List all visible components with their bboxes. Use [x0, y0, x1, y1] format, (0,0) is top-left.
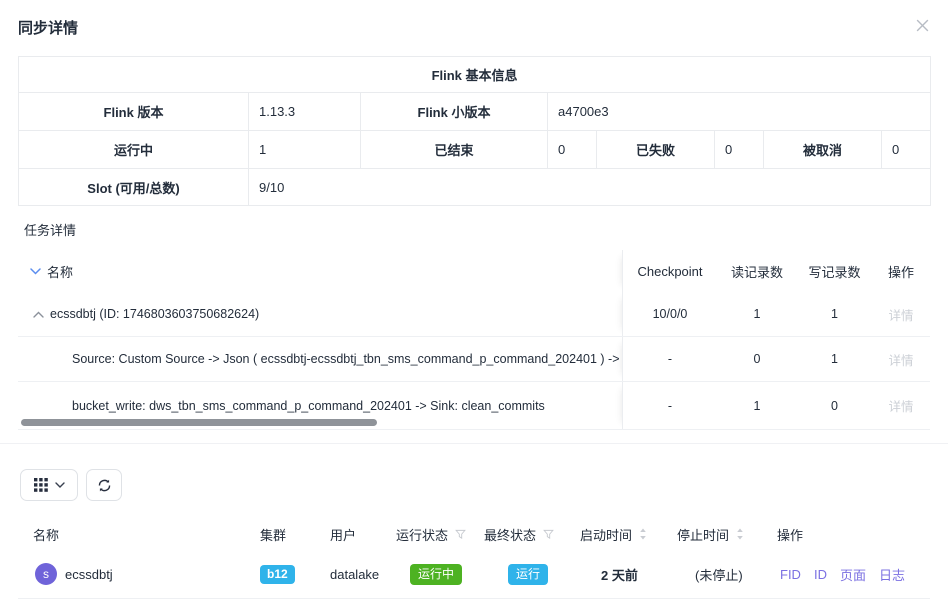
finished-value: 0 — [548, 131, 597, 169]
slot-label: Slot (可用/总数) — [19, 169, 249, 206]
run-status-badge: 运行中 — [410, 564, 462, 585]
refresh-button[interactable] — [86, 469, 122, 501]
task-checkpoint: - — [623, 382, 717, 429]
running-value: 1 — [249, 131, 361, 169]
flink-info-title: Flink 基本信息 — [19, 57, 931, 93]
id-link[interactable]: ID — [814, 567, 827, 582]
sync-detail-drawer: 同步详情 Flink 基本信息 Flink 版本 1.13.3 Flink 小版… — [0, 0, 948, 611]
col-action: 操作 — [872, 250, 930, 292]
flink-minor-version-value: a4700e3 — [548, 93, 931, 131]
sorter-icon[interactable] — [639, 528, 647, 540]
finished-label: 已结束 — [361, 131, 548, 169]
col-write: 写记录数 — [797, 250, 872, 292]
task-checkpoint: - — [623, 337, 717, 381]
col-checkpoint: Checkpoint — [623, 250, 717, 292]
jobs-table: 名称 集群 用户 运行状态 最终状态 启动时间 — [18, 518, 930, 599]
job-stop-time: (未停止) — [677, 565, 777, 584]
task-table: 名称 Checkpoint 读记录数 写记录数 操作 ecssdbtj (ID:… — [18, 250, 930, 430]
drawer-title: 同步详情 — [18, 17, 78, 38]
col-name: 名称 — [18, 525, 260, 544]
col-read: 读记录数 — [717, 250, 797, 292]
jobs-table-header: 名称 集群 用户 运行状态 最终状态 启动时间 — [18, 518, 930, 550]
task-write-count: 0 — [797, 382, 872, 429]
task-name: Source: Custom Source -> Json ( ecssdbtj… — [72, 352, 622, 366]
task-name: ecssdbtj (ID: 1746803603750682624) — [50, 307, 259, 321]
flink-version-value: 1.13.3 — [249, 93, 361, 131]
job-start-time: 2 天前 — [580, 565, 677, 584]
refresh-icon — [97, 478, 112, 493]
section-divider — [0, 443, 948, 444]
detail-link[interactable]: 详情 — [888, 350, 913, 369]
task-write-count: 1 — [797, 337, 872, 381]
task-name: bucket_write: dws_tbn_sms_command_p_comm… — [72, 399, 545, 413]
close-icon[interactable] — [913, 16, 931, 34]
chevron-up-icon[interactable] — [33, 311, 44, 318]
task-table-header: 名称 Checkpoint 读记录数 写记录数 操作 — [18, 250, 930, 292]
job-user: datalake — [330, 567, 396, 582]
avatar: s — [35, 563, 57, 585]
log-link[interactable]: 日志 — [879, 565, 905, 584]
flink-info-table: Flink 基本信息 Flink 版本 1.13.3 Flink 小版本 a47… — [18, 56, 931, 206]
horizontal-scrollbar[interactable] — [21, 419, 377, 426]
table-row: ecssdbtj (ID: 1746803603750682624) 10/0/… — [18, 292, 930, 337]
detail-link[interactable]: 详情 — [888, 305, 913, 324]
col-name: 名称 — [47, 262, 73, 281]
task-write-count: 1 — [797, 292, 872, 336]
page-link[interactable]: 页面 — [840, 565, 866, 584]
fid-link[interactable]: FID — [780, 567, 801, 582]
chevron-down-icon — [55, 482, 65, 488]
grid-icon — [34, 478, 48, 492]
col-cluster: 集群 — [260, 525, 330, 544]
col-start-time: 启动时间 — [580, 525, 677, 544]
col-action: 操作 — [777, 525, 930, 544]
col-final-status: 最终状态 — [484, 525, 580, 544]
cluster-badge: b12 — [260, 565, 295, 584]
filter-icon[interactable] — [455, 529, 466, 540]
final-status-badge: 运行 — [508, 564, 548, 585]
slot-value: 9/10 — [249, 169, 931, 206]
job-name: ecssdbtj — [65, 567, 113, 582]
table-row: Source: Custom Source -> Json ( ecssdbtj… — [18, 337, 930, 382]
col-user: 用户 — [330, 525, 396, 544]
filter-icon[interactable] — [543, 529, 554, 540]
failed-label: 已失败 — [597, 131, 715, 169]
column-settings-button[interactable] — [20, 469, 78, 501]
failed-value: 0 — [715, 131, 764, 169]
canceled-value: 0 — [882, 131, 931, 169]
sorter-icon[interactable] — [736, 528, 744, 540]
running-label: 运行中 — [19, 131, 249, 169]
flink-minor-version-label: Flink 小版本 — [361, 93, 548, 131]
col-run-status: 运行状态 — [396, 525, 484, 544]
canceled-label: 被取消 — [764, 131, 882, 169]
flink-version-label: Flink 版本 — [19, 93, 249, 131]
task-read-count: 0 — [717, 337, 797, 381]
chevron-down-icon[interactable] — [30, 268, 41, 275]
detail-link[interactable]: 详情 — [888, 396, 913, 415]
table-row: s ecssdbtj b12 datalake 运行中 运行 2 天前 (未停止… — [18, 550, 930, 599]
task-section-title: 任务详情 — [24, 220, 76, 239]
col-stop-time: 停止时间 — [677, 525, 777, 544]
task-read-count: 1 — [717, 382, 797, 429]
task-checkpoint: 10/0/0 — [623, 292, 717, 336]
task-read-count: 1 — [717, 292, 797, 336]
